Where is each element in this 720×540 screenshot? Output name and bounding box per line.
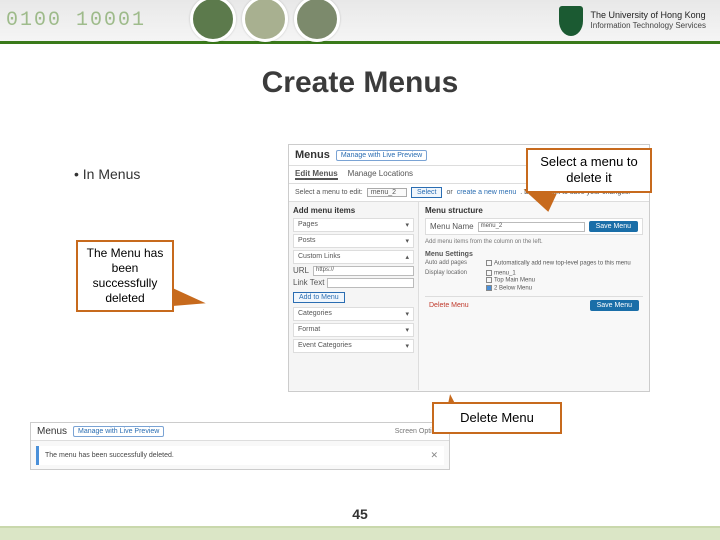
accordion-pages[interactable]: Pages▾ <box>293 218 414 232</box>
add-to-menu-button[interactable]: Add to Menu <box>293 292 345 303</box>
linktext-label: Link Text <box>293 278 325 288</box>
dismiss-icon[interactable]: ✕ <box>430 450 438 461</box>
structure-heading: Menu structure <box>425 206 643 215</box>
accordion-event-categories[interactable]: Event Categories▾ <box>293 339 414 353</box>
wp-page-title: Menus <box>295 149 330 161</box>
menu-structure-panel: Menu structure Menu Name menu_2 Save Men… <box>419 202 649 390</box>
success-notice: The menu has been successfully deleted. … <box>36 446 444 465</box>
live-preview-button[interactable]: Manage with Live Preview <box>336 150 427 161</box>
display-location-label: Display location <box>425 270 480 293</box>
accordion-categories[interactable]: Categories▾ <box>293 307 414 321</box>
hku-logo-area: The University of Hong Kong Information … <box>559 6 720 36</box>
wp-deleted-screenshot: Menus Manage with Live Preview Screen Op… <box>30 422 450 470</box>
select-menu-label: Select a menu to edit: <box>295 189 363 196</box>
menu-name-label: Menu Name <box>430 222 474 231</box>
page-number: 45 <box>0 506 720 522</box>
slide-title: Create Menus <box>0 66 720 100</box>
linktext-input[interactable] <box>327 278 414 288</box>
tab-edit-menus[interactable]: Edit Menus <box>295 169 338 180</box>
save-menu-button-top[interactable]: Save Menu <box>589 221 638 232</box>
hku-logo-text: The University of Hong Kong Information … <box>591 10 706 30</box>
circle-photo-2 <box>242 0 288 42</box>
structure-footer: Delete Menu Save Menu <box>425 296 643 314</box>
callout-select-menu: Select a menu to delete it <box>526 148 652 193</box>
success-text: The menu has been successfully deleted. <box>45 452 174 459</box>
loc-checkbox-1[interactable]: menu_1 <box>486 270 535 277</box>
delete-menu-link[interactable]: Delete Menu <box>429 302 469 309</box>
dept-name: Information Technology Services <box>591 21 706 31</box>
accordion-posts[interactable]: Posts▾ <box>293 234 414 248</box>
or-text: or <box>446 189 452 196</box>
callout-delete-menu: Delete Menu <box>432 402 562 434</box>
menu-settings-heading: Menu Settings <box>425 251 643 258</box>
chevron-up-icon: ▴ <box>405 253 409 261</box>
chevron-down-icon: ▾ <box>405 237 409 245</box>
uni-name: The University of Hong Kong <box>591 10 706 21</box>
loc-checkbox-3[interactable]: 2 Below Menu <box>486 285 535 292</box>
circle-photo-1 <box>190 0 236 42</box>
bullet-in-menus: In Menus <box>74 166 140 182</box>
chevron-down-icon: ▾ <box>405 326 409 334</box>
chevron-down-icon: ▾ <box>405 342 409 350</box>
banner-photo-circles <box>190 0 340 42</box>
hku-shield-icon <box>559 6 583 36</box>
callout-deleted: The Menu has been successfully deleted <box>76 240 174 312</box>
save-menu-button-bottom[interactable]: Save Menu <box>590 300 639 311</box>
chevron-down-icon: ▾ <box>405 221 409 229</box>
auto-add-label: Auto add pages <box>425 260 480 268</box>
chevron-down-icon: ▾ <box>405 310 409 318</box>
circle-photo-3 <box>294 0 340 42</box>
live-preview-button-2[interactable]: Manage with Live Preview <box>73 426 164 437</box>
add-items-heading: Add menu items <box>293 206 414 215</box>
menu-name-row: Menu Name menu_2 Save Menu <box>425 218 643 235</box>
wp-body: Add menu items Pages▾ Posts▾ Custom Link… <box>289 202 649 390</box>
accordion-custom-links[interactable]: Custom Links▴ <box>293 250 414 264</box>
add-menu-items-panel: Add menu items Pages▾ Posts▾ Custom Link… <box>289 202 419 390</box>
select-button[interactable]: Select <box>411 187 442 198</box>
wp-header-2: Menus Manage with Live Preview Screen Op… <box>31 423 449 441</box>
structure-hint: Add menu items from the column on the le… <box>425 239 643 245</box>
top-banner: 0100 10001 The University of Hong Kong I… <box>0 0 720 44</box>
create-new-menu-link[interactable]: create a new menu <box>457 189 517 196</box>
loc-checkbox-2[interactable]: Top Main Menu <box>486 277 535 284</box>
url-label: URL <box>293 266 311 276</box>
tab-manage-locations[interactable]: Manage Locations <box>348 169 413 180</box>
wp-page-title-2: Menus <box>37 426 67 437</box>
url-input[interactable]: https:// <box>313 266 414 276</box>
auto-add-checkbox[interactable]: Automatically add new top-level pages to… <box>486 260 631 267</box>
banner-digits: 0100 10001 <box>0 9 146 32</box>
menu-select-dropdown[interactable]: menu_2 <box>367 188 407 197</box>
accordion-format[interactable]: Format▾ <box>293 323 414 337</box>
bottom-bar <box>0 526 720 540</box>
menu-name-input[interactable]: menu_2 <box>478 222 585 232</box>
